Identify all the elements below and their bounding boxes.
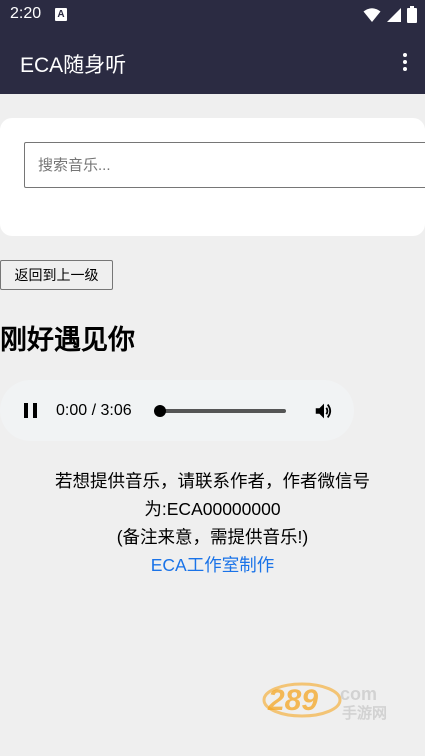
search-card xyxy=(0,118,425,236)
back-button[interactable]: 返回到上一级 xyxy=(0,260,113,290)
watermark-subtitle: 手游网 xyxy=(342,704,387,722)
status-bar: 2:20 A xyxy=(0,0,425,30)
info-line-1: 若想提供音乐，请联系作者，作者微信号 xyxy=(55,471,370,491)
progress-bar[interactable] xyxy=(160,409,286,413)
time-display: 0:00 / 3:06 xyxy=(56,402,132,419)
info-section: 若想提供音乐，请联系作者，作者微信号 为:ECA00000000 (备注来意，需… xyxy=(0,467,425,579)
notification-icon: A xyxy=(55,8,67,21)
watermark-logo: 289 com 手游网 xyxy=(262,682,387,722)
studio-link[interactable]: ECA工作室制作 xyxy=(151,555,274,575)
status-icons xyxy=(363,6,417,23)
progress-thumb[interactable] xyxy=(154,405,166,417)
volume-icon[interactable] xyxy=(313,400,335,422)
watermark-number: 289 xyxy=(267,684,318,717)
app-bar: ECA随身听 xyxy=(0,30,425,94)
battery-icon xyxy=(407,6,417,23)
pause-icon[interactable] xyxy=(24,403,38,418)
info-line-3: (备注来意，需提供音乐!) xyxy=(116,527,309,547)
info-line-2: 为:ECA00000000 xyxy=(144,499,281,519)
audio-player: 0:00 / 3:06 xyxy=(0,380,354,441)
wifi-icon xyxy=(363,7,381,22)
search-input[interactable] xyxy=(24,142,425,188)
status-time: 2:20 xyxy=(10,5,42,22)
song-title: 刚好遇见你 xyxy=(0,325,135,355)
watermark-suffix: com xyxy=(340,684,377,704)
signal-icon xyxy=(387,7,401,22)
app-title: ECA随身听 xyxy=(20,54,127,77)
more-vert-icon[interactable] xyxy=(397,50,413,74)
